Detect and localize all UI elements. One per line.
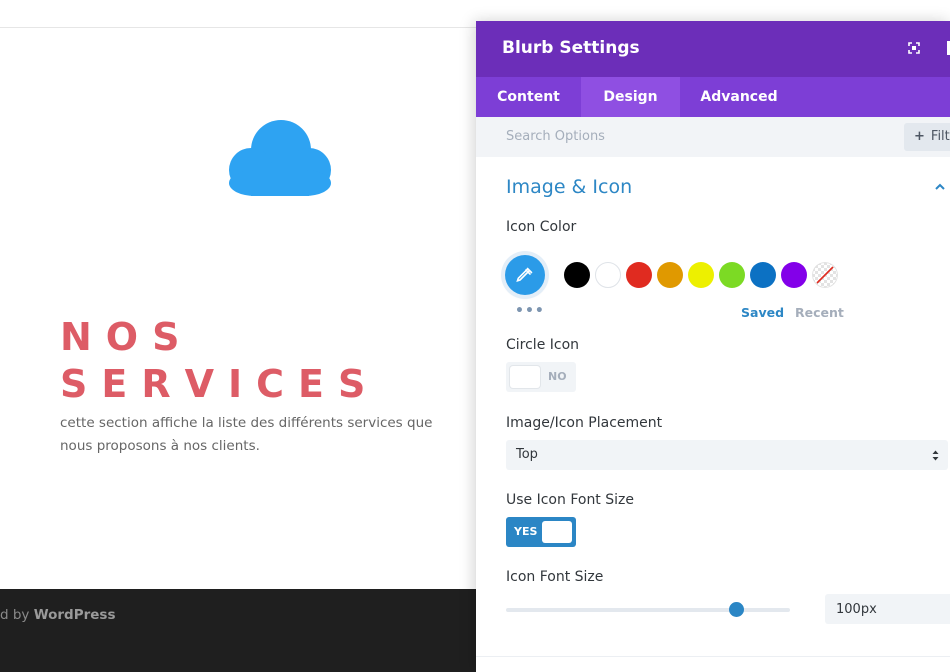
more-colors-icon[interactable]: ••• [515, 303, 545, 319]
color-swatch-purple[interactable] [781, 262, 807, 288]
use-icon-font-size-toggle[interactable]: YES [506, 517, 576, 547]
color-swatch-yellow[interactable] [688, 262, 714, 288]
header-divider [0, 27, 480, 28]
icon-font-size-label: Icon Font Size [506, 569, 604, 585]
toggle-knob [542, 521, 572, 543]
fullscreen-icon[interactable] [908, 42, 920, 54]
eyedropper-icon [516, 267, 533, 283]
icon-color-label: Icon Color [506, 219, 577, 235]
heading-line-2: SERVICES [60, 362, 380, 406]
site-footer: d by WordPress [0, 589, 480, 672]
footer-credit: d by WordPress [0, 607, 116, 623]
icon-font-size-input[interactable] [825, 594, 950, 624]
color-swatch-green[interactable] [719, 262, 745, 288]
select-arrows-icon [932, 450, 939, 461]
toggle-state-text: NO [548, 370, 567, 383]
plus-icon: + [914, 129, 925, 144]
tab-advanced[interactable]: Advanced [680, 77, 798, 117]
heading-line-1: NOS [60, 315, 194, 359]
section-description: cette section affiche la liste des diffé… [60, 415, 433, 454]
cloud-icon [229, 120, 331, 196]
blurb-settings-modal: Blurb Settings Content Design Advanced +… [476, 21, 950, 672]
filter-button[interactable]: + Filt [904, 123, 950, 151]
toggle-state-text: YES [514, 525, 538, 538]
color-swatch-blue[interactable] [750, 262, 776, 288]
section-divider [476, 656, 950, 657]
recent-colors-tab[interactable]: Recent [795, 305, 844, 320]
tab-design[interactable]: Design [581, 77, 680, 117]
search-bar: + Filt [476, 117, 950, 157]
search-options-input[interactable] [506, 129, 866, 144]
chevron-up-icon[interactable] [934, 181, 946, 193]
tab-content[interactable]: Content [476, 77, 581, 117]
modal-header: Blurb Settings [476, 21, 950, 77]
toggle-knob [510, 366, 540, 388]
modal-tabs: Content Design Advanced [476, 77, 950, 117]
color-swatch-orange[interactable] [657, 262, 683, 288]
slider-handle[interactable] [728, 602, 744, 617]
color-swatch-transparent[interactable] [812, 262, 838, 288]
color-swatch-red[interactable] [626, 262, 652, 288]
filter-label: Filt [930, 129, 950, 144]
section-heading: NOS SERVICES [60, 314, 379, 408]
color-swatch-white[interactable] [595, 262, 621, 288]
color-swatch-black[interactable] [564, 262, 590, 288]
use-icon-font-size-label: Use Icon Font Size [506, 492, 634, 508]
circle-icon-toggle[interactable]: NO [506, 362, 576, 392]
modal-title: Blurb Settings [502, 38, 640, 58]
footer-wordpress-link[interactable]: WordPress [34, 607, 116, 623]
saved-colors-tab[interactable]: Saved [741, 305, 784, 320]
section-toggle-image-icon[interactable]: Image & Icon [506, 176, 632, 198]
placement-selected-value: Top [516, 447, 538, 462]
color-picker-button[interactable] [505, 255, 545, 295]
footer-credit-prefix: d by [0, 607, 34, 623]
circle-icon-label: Circle Icon [506, 337, 580, 353]
placement-label: Image/Icon Placement [506, 415, 663, 431]
placement-select[interactable]: Top [506, 440, 948, 470]
icon-font-size-slider[interactable] [506, 608, 790, 612]
